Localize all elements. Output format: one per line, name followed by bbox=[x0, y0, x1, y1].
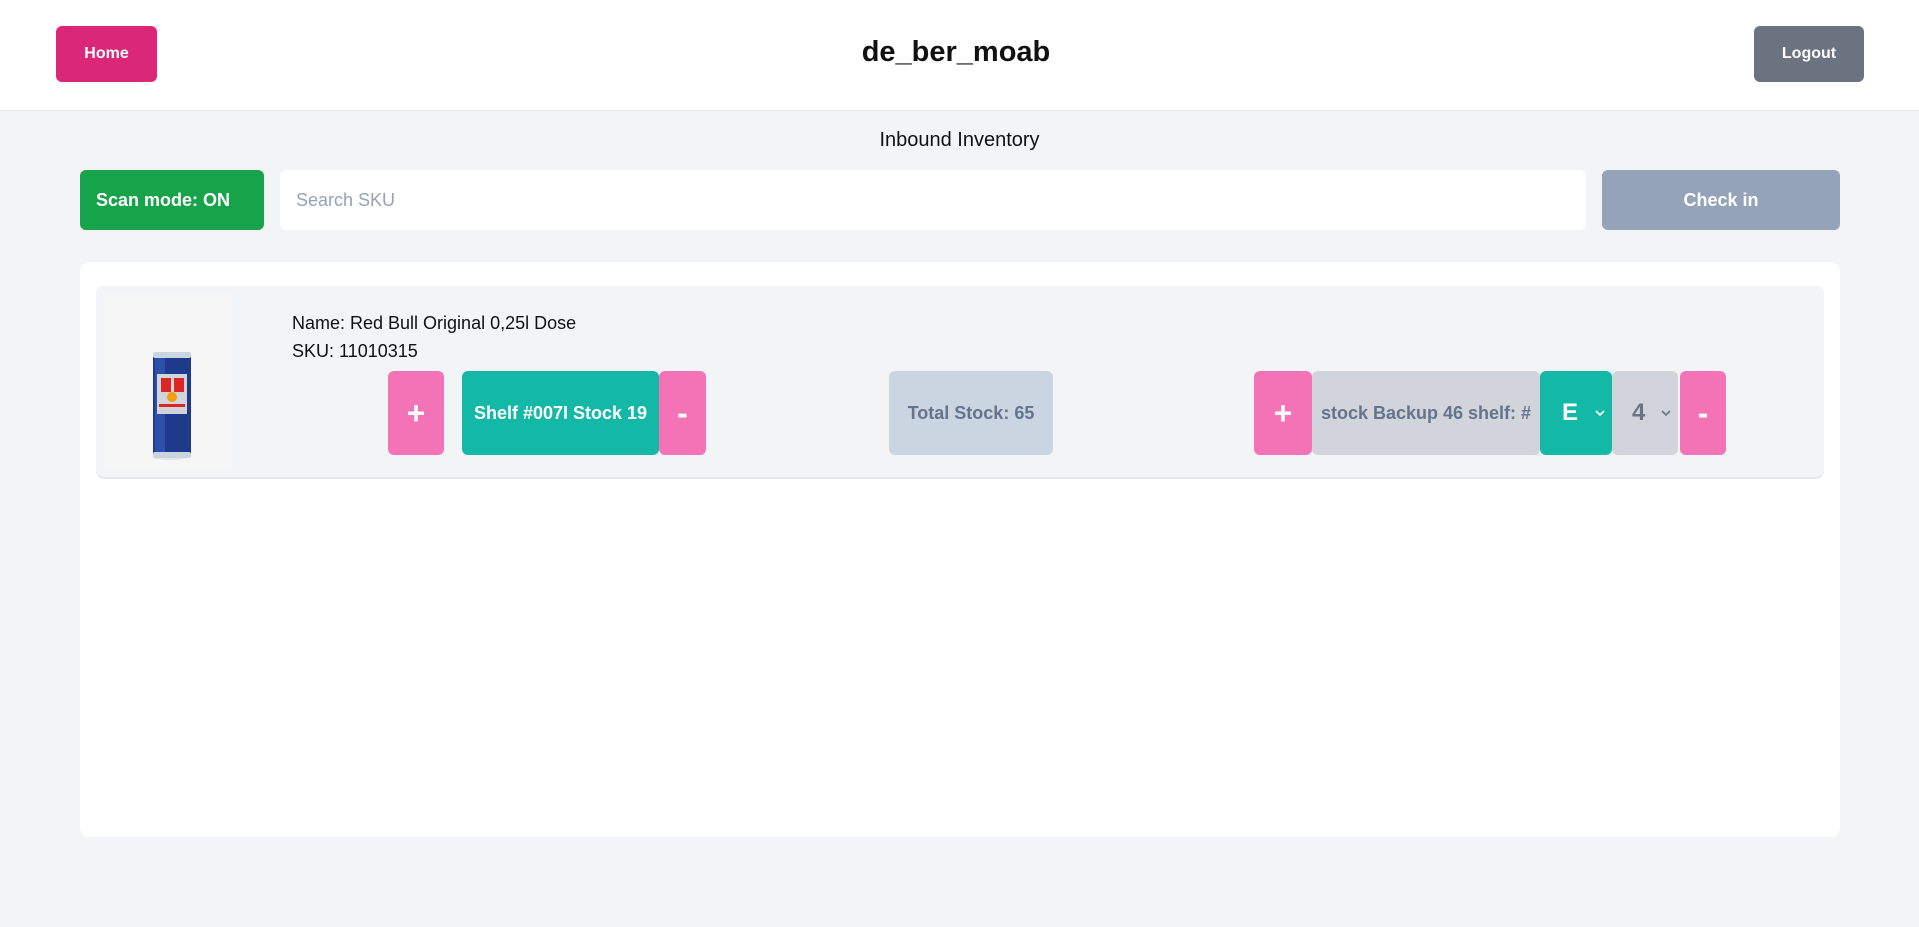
backup-decrement-button[interactable]: - bbox=[1680, 371, 1726, 455]
backup-increment-button[interactable]: + bbox=[1254, 371, 1312, 455]
search-input[interactable] bbox=[280, 170, 1586, 230]
product-name: Name: Red Bull Original 0,25l Dose bbox=[292, 313, 577, 333]
shelf-decrement-button[interactable]: - bbox=[659, 371, 706, 455]
app-title: de_ber_moab bbox=[861, 36, 1051, 68]
shelf-number-select[interactable]: 4 bbox=[1612, 371, 1678, 455]
check-in-button[interactable]: Check in bbox=[1602, 170, 1840, 230]
backup-stock-label: stock Backup 46 shelf: # bbox=[1312, 371, 1540, 455]
shelf-letter-select[interactable]: E bbox=[1540, 371, 1612, 455]
red-bull-can-icon bbox=[152, 352, 191, 460]
top-navbar: Home de_ber_moab Logout bbox=[0, 0, 1919, 111]
shelf-stock-button[interactable]: Shelf #007I Stock 19 bbox=[462, 371, 659, 455]
total-stock-badge: Total Stock: 65 bbox=[889, 371, 1053, 455]
list-item: Name: Red Bull Original 0,25l Dose SKU: … bbox=[96, 286, 1824, 479]
logout-button[interactable]: Logout bbox=[1754, 26, 1864, 82]
chevron-down-icon bbox=[1661, 410, 1671, 417]
product-sku: SKU: 11010315 bbox=[292, 341, 418, 361]
shelf-letter-value: E bbox=[1562, 399, 1579, 426]
shelf-increment-button[interactable]: + bbox=[388, 371, 444, 455]
chevron-down-icon bbox=[1595, 410, 1605, 417]
product-image bbox=[104, 294, 232, 470]
shelf-number-value: 4 bbox=[1632, 399, 1646, 426]
scan-mode-toggle[interactable]: Scan mode: ON bbox=[80, 170, 264, 230]
inventory-panel: Name: Red Bull Original 0,25l Dose SKU: … bbox=[80, 262, 1840, 837]
page-title: Inbound Inventory bbox=[879, 129, 1040, 151]
